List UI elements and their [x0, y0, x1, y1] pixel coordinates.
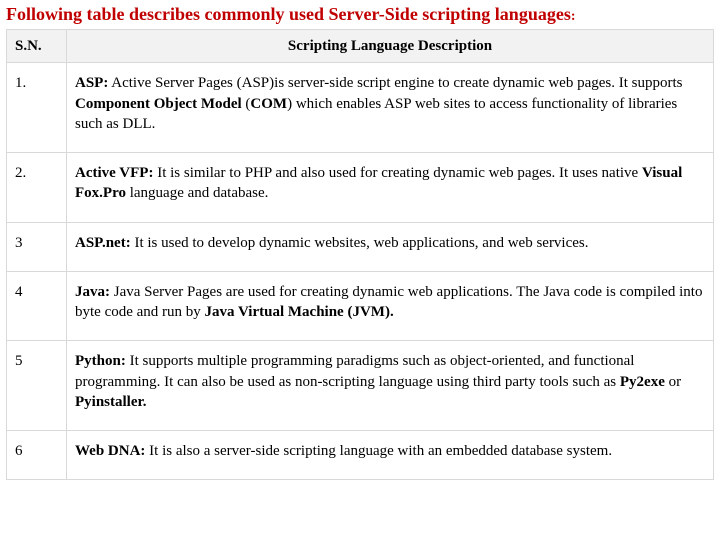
header-desc: Scripting Language Description [67, 30, 714, 63]
desc-bold: Component Object Model [75, 96, 242, 112]
cell-desc: Web DNA: It is also a server-side script… [67, 431, 714, 480]
cell-desc: ASP.net: It is used to develop dynamic w… [67, 222, 714, 271]
desc-bold: Pyinstaller. [75, 394, 147, 410]
cell-sn: 1. [7, 63, 67, 153]
desc-bold: COM [250, 96, 287, 112]
table-header-row: S.N. Scripting Language Description [7, 30, 714, 63]
table-row: 1. ASP: Active Server Pages (ASP)is serv… [7, 63, 714, 153]
desc-text: It is used to develop dynamic websites, … [131, 235, 589, 251]
table-row: 3 ASP.net: It is used to develop dynamic… [7, 222, 714, 271]
cell-desc: ASP: Active Server Pages (ASP)is server-… [67, 63, 714, 153]
table-row: 2. Active VFP: It is similar to PHP and … [7, 153, 714, 223]
lang-name: ASP: [75, 75, 108, 91]
lang-name: Active VFP: [75, 165, 153, 181]
desc-bold: Java Virtual Machine (JVM). [205, 304, 394, 320]
cell-sn: 4 [7, 271, 67, 341]
table-row: 4 Java: Java Server Pages are used for c… [7, 271, 714, 341]
cell-sn: 5 [7, 341, 67, 431]
desc-text: It is similar to PHP and also used for c… [153, 165, 642, 181]
desc-text: language and database. [126, 185, 268, 201]
table-row: 5 Python: It supports multiple programmi… [7, 341, 714, 431]
title-text: Following table describes commonly used … [6, 4, 571, 24]
cell-sn: 6 [7, 431, 67, 480]
desc-text: Active Server Pages (ASP)is server-side … [108, 75, 682, 91]
cell-sn: 3 [7, 222, 67, 271]
scripting-table: S.N. Scripting Language Description 1. A… [6, 29, 714, 480]
desc-text: It supports multiple programming paradig… [75, 353, 634, 389]
lang-name: Python: [75, 353, 126, 369]
cell-sn: 2. [7, 153, 67, 223]
lang-name: Java: [75, 284, 110, 300]
table-row: 6 Web DNA: It is also a server-side scri… [7, 431, 714, 480]
cell-desc: Active VFP: It is similar to PHP and als… [67, 153, 714, 223]
title-colon: : [571, 9, 576, 24]
cell-desc: Java: Java Server Pages are used for cre… [67, 271, 714, 341]
page-title: Following table describes commonly used … [6, 4, 714, 25]
desc-bold: Py2exe [620, 374, 665, 390]
lang-name: ASP.net: [75, 235, 131, 251]
desc-text: It is also a server-side scripting langu… [145, 443, 612, 459]
cell-desc: Python: It supports multiple programming… [67, 341, 714, 431]
header-sn: S.N. [7, 30, 67, 63]
lang-name: Web DNA: [75, 443, 145, 459]
desc-text: or [665, 374, 681, 390]
